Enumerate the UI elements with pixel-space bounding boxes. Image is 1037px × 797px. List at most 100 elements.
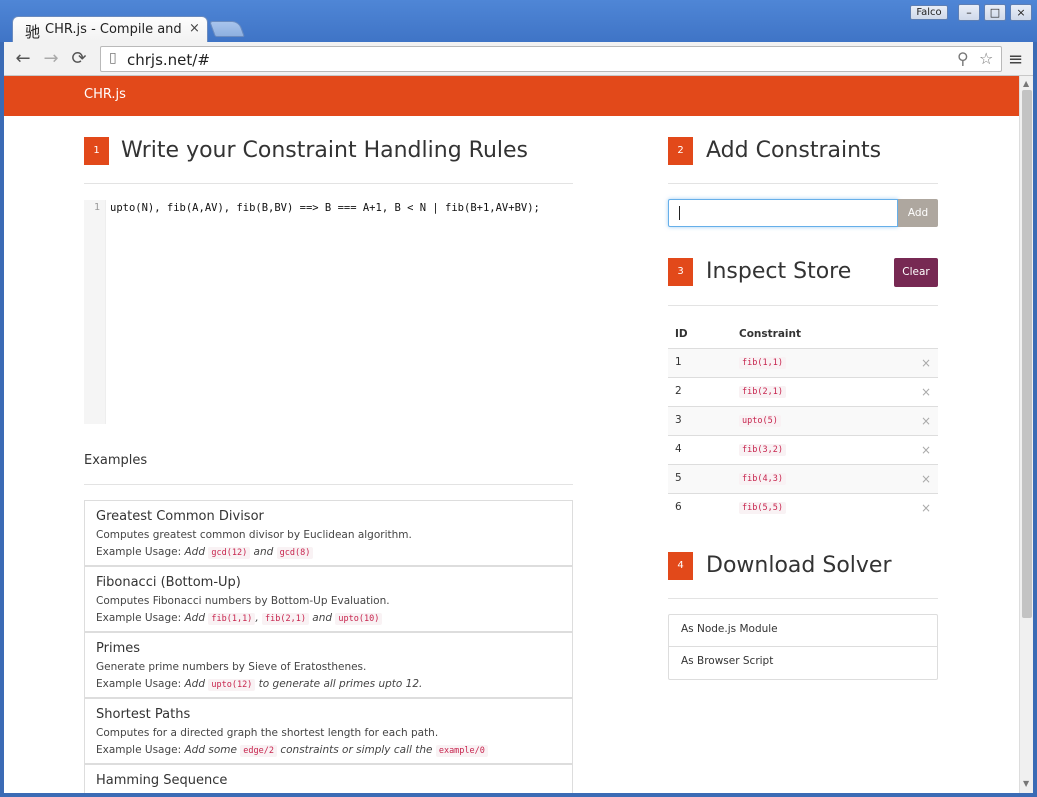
divider	[84, 183, 573, 184]
constraint-input[interactable]	[668, 199, 898, 227]
store-heading: Inspect Store	[706, 259, 852, 284]
code-snippet: upto(10)	[335, 613, 383, 625]
row-constraint: fib(1,1)	[739, 357, 786, 369]
step-2-badge: 2	[668, 137, 693, 165]
row-id: 4	[675, 443, 682, 455]
site-navbar: CHR.js	[4, 76, 1019, 116]
example-usage: Example Usage: Add gcd(12) and gcd(8)	[96, 546, 314, 559]
scroll-up-icon[interactable]: ▲	[1023, 79, 1029, 88]
remove-icon[interactable]: ×	[921, 414, 931, 428]
row-constraint: fib(5,5)	[739, 502, 786, 514]
table-row: 2 fib(2,1) ×	[668, 377, 938, 406]
row-id: 2	[675, 385, 682, 397]
download-heading: Download Solver	[706, 553, 892, 578]
forward-icon[interactable]: →	[40, 48, 62, 70]
page-viewport: CHR.js 1 Write your Constraint Handling …	[4, 76, 1033, 793]
example-title: Hamming Sequence	[96, 773, 228, 788]
example-shortest-paths[interactable]: Shortest Paths Computes for a directed g…	[84, 698, 573, 764]
row-constraint: fib(3,2)	[739, 444, 786, 456]
divider	[84, 484, 573, 485]
example-title: Fibonacci (Bottom-Up)	[96, 575, 241, 590]
add-constraint-button[interactable]: Add	[898, 199, 938, 227]
row-constraint: fib(4,3)	[739, 473, 786, 485]
profile-badge[interactable]: Falco	[910, 5, 948, 20]
examples-heading: Examples	[84, 453, 148, 468]
table-row: 3 upto(5) ×	[668, 406, 938, 435]
example-primes[interactable]: Primes Generate prime numbers by Sieve o…	[84, 632, 573, 698]
remove-icon[interactable]: ×	[921, 472, 931, 486]
url-text[interactable]: chrjs.net/#	[127, 51, 210, 69]
remove-icon[interactable]: ×	[921, 356, 931, 370]
example-gcd[interactable]: Greatest Common Divisor Computes greates…	[84, 500, 573, 566]
remove-icon[interactable]: ×	[921, 443, 931, 457]
column-header-constraint: Constraint	[739, 328, 802, 340]
code-line[interactable]: upto(N), fib(A,AV), fib(B,BV) ==> B === …	[110, 202, 540, 214]
step-4-badge: 4	[668, 552, 693, 580]
search-icon[interactable]: ⚲	[957, 49, 969, 68]
page-icon: ▯	[109, 50, 117, 66]
scroll-down-icon[interactable]: ▼	[1023, 779, 1029, 788]
minimize-button[interactable]: –	[958, 4, 980, 21]
row-id: 6	[675, 501, 682, 513]
browser-titlebar: 驰 CHR.js - Compile and × Falco – □ ×	[0, 0, 1037, 44]
code-snippet: fib(2,1)	[262, 613, 309, 625]
row-id: 1	[675, 356, 682, 368]
example-description: Computes Fibonacci numbers by Bottom-Up …	[96, 595, 390, 607]
browser-toolbar: ← → ⟳ ▯ chrjs.net/# ⚲ ☆ ≡	[4, 42, 1033, 76]
example-usage: Example Usage: Add fib(1,1), fib(2,1) an…	[96, 612, 383, 625]
example-usage: Example Usage: Add upto(12) to generate …	[96, 678, 423, 691]
table-row: 4 fib(3,2) ×	[668, 435, 938, 464]
code-snippet: gcd(8)	[276, 547, 314, 559]
brand-link[interactable]: CHR.js	[84, 87, 126, 102]
row-constraint: fib(2,1)	[739, 386, 786, 398]
window-close-button[interactable]: ×	[1010, 4, 1032, 21]
reload-icon[interactable]: ⟳	[68, 48, 90, 70]
remove-icon[interactable]: ×	[921, 385, 931, 399]
table-row: 5 fib(4,3) ×	[668, 464, 938, 493]
step-1-badge: 1	[84, 137, 109, 165]
table-row: 6 fib(5,5) ×	[668, 493, 938, 522]
download-browser-link[interactable]: As Browser Script	[669, 647, 937, 679]
scroll-thumb[interactable]	[1022, 90, 1032, 618]
tab-favicon-icon: 驰	[25, 23, 41, 41]
divider	[668, 305, 938, 306]
code-snippet: example/0	[435, 745, 488, 757]
example-fibonacci[interactable]: Fibonacci (Bottom-Up) Computes Fibonacci…	[84, 566, 573, 632]
text-caret	[679, 206, 680, 220]
example-hamming[interactable]: Hamming Sequence	[84, 764, 573, 793]
download-nodejs-link[interactable]: As Node.js Module	[669, 615, 937, 647]
row-id: 5	[675, 472, 682, 484]
example-description: Computes for a directed graph the shorte…	[96, 727, 439, 739]
code-editor[interactable]: 1 upto(N), fib(A,AV), fib(B,BV) ==> B ==…	[84, 200, 573, 424]
browser-menu-icon[interactable]: ≡	[1008, 49, 1023, 70]
table-row: 1 fib(1,1) ×	[668, 348, 938, 377]
download-options: As Node.js Module As Browser Script	[668, 614, 938, 680]
code-snippet: gcd(12)	[208, 547, 251, 559]
step-3-badge: 3	[668, 258, 693, 286]
address-bar[interactable]: ▯ chrjs.net/# ⚲ ☆	[100, 46, 1002, 72]
column-header-id: ID	[675, 328, 688, 340]
line-number: 1	[94, 202, 101, 213]
back-icon[interactable]: ←	[12, 48, 34, 70]
tab-close-icon[interactable]: ×	[189, 21, 200, 36]
row-constraint: upto(5)	[739, 415, 781, 427]
example-description: Computes greatest common divisor by Eucl…	[96, 529, 412, 541]
browser-tab[interactable]: 驰 CHR.js - Compile and ×	[12, 16, 208, 44]
remove-icon[interactable]: ×	[921, 501, 931, 515]
example-description: Generate prime numbers by Sieve of Erato…	[96, 661, 367, 673]
row-id: 3	[675, 414, 682, 426]
divider	[668, 598, 938, 599]
vertical-scrollbar[interactable]: ▲ ▼	[1019, 76, 1033, 793]
example-usage: Example Usage: Add some edge/2 constrain…	[96, 744, 488, 757]
constraints-heading: Add Constraints	[706, 138, 882, 163]
new-tab-button[interactable]	[209, 21, 245, 37]
bookmark-star-icon[interactable]: ☆	[979, 49, 993, 68]
clear-store-button[interactable]: Clear	[894, 258, 938, 287]
editor-gutter: 1	[84, 200, 106, 424]
tab-title: CHR.js - Compile and	[45, 22, 182, 37]
example-title: Shortest Paths	[96, 707, 191, 722]
code-snippet: upto(12)	[208, 679, 256, 691]
code-snippet: edge/2	[240, 745, 277, 757]
maximize-button[interactable]: □	[984, 4, 1006, 21]
divider	[668, 183, 938, 184]
